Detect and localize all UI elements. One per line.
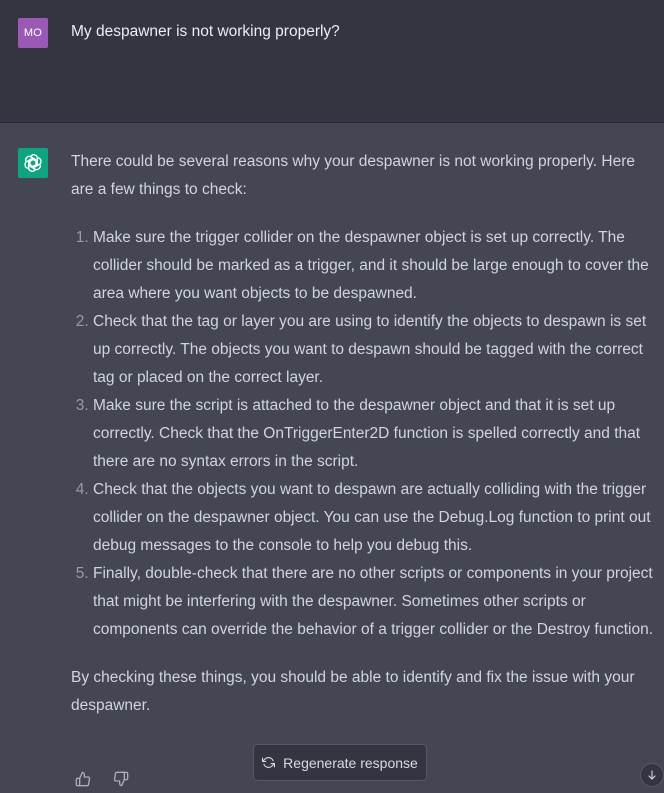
arrow-down-icon bbox=[646, 769, 658, 781]
user-avatar: MO bbox=[18, 18, 48, 48]
thumbs-up-icon[interactable] bbox=[73, 769, 93, 789]
checklist: Make sure the trigger collider on the de… bbox=[71, 224, 659, 644]
chat-page: MO My despawner is not working properly?… bbox=[0, 0, 664, 793]
scroll-to-bottom-button[interactable] bbox=[640, 763, 664, 787]
thumbs-down-icon[interactable] bbox=[111, 769, 131, 789]
openai-logo-icon bbox=[18, 148, 48, 178]
assistant-message-content: There could be several reasons why your … bbox=[71, 148, 659, 720]
refresh-icon bbox=[262, 756, 276, 769]
list-item: Make sure the script is attached to the … bbox=[93, 392, 659, 476]
regenerate-label: Regenerate response bbox=[283, 754, 418, 771]
list-item: Check that the tag or layer you are usin… bbox=[93, 308, 659, 392]
assistant-intro: There could be several reasons why your … bbox=[71, 153, 636, 198]
assistant-outro: By checking these things, you should be … bbox=[71, 669, 635, 714]
regenerate-response-button[interactable]: Regenerate response bbox=[253, 744, 427, 781]
list-item: Check that the objects you want to despa… bbox=[93, 476, 659, 560]
list-item: Finally, double-check that there are no … bbox=[93, 560, 659, 644]
user-message-row: MO My despawner is not working properly? bbox=[0, 0, 664, 123]
assistant-message-row: There could be several reasons why your … bbox=[0, 123, 664, 793]
list-item: Make sure the trigger collider on the de… bbox=[93, 224, 659, 308]
user-message-text: My despawner is not working properly? bbox=[71, 23, 340, 40]
feedback-controls bbox=[73, 769, 131, 789]
